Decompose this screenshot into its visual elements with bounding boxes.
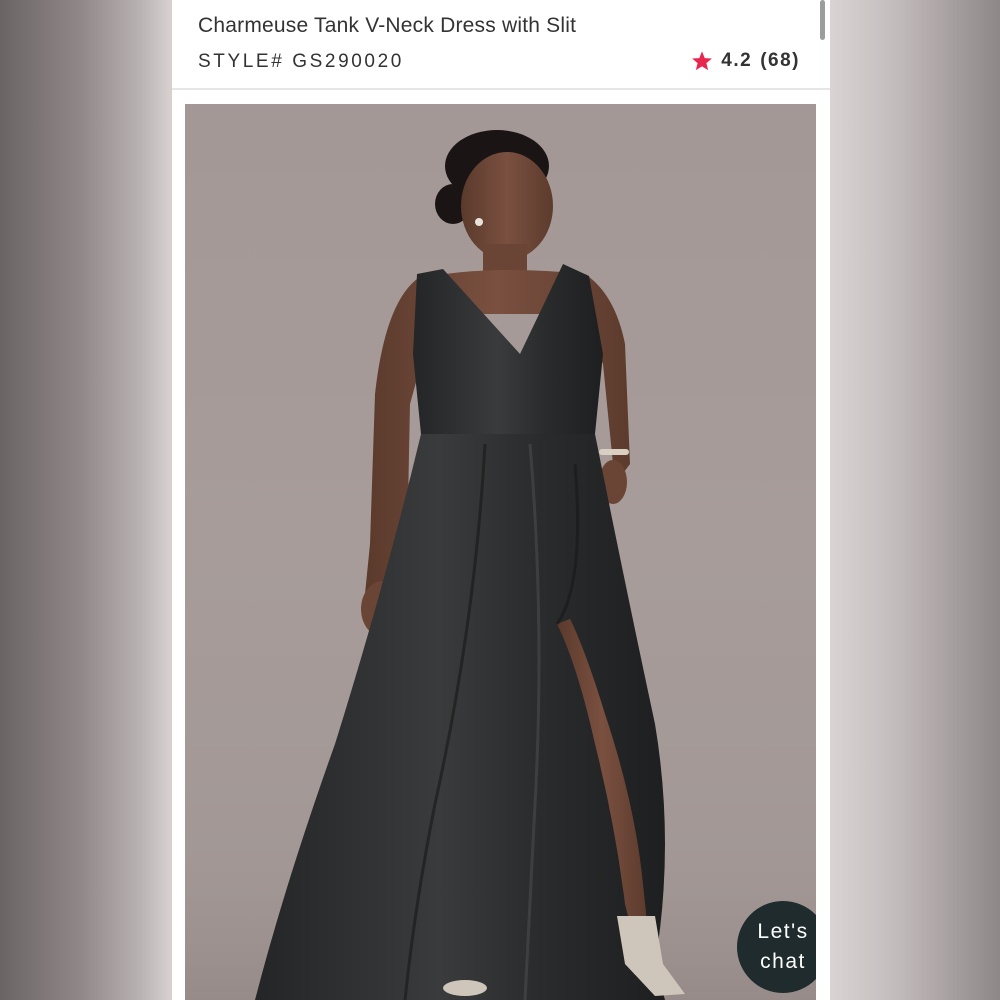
- product-header: Charmeuse Tank V-Neck Dress with Slit ST…: [172, 0, 830, 90]
- product-image[interactable]: Let's chat: [185, 104, 816, 1000]
- style-number: GS290020: [292, 51, 404, 72]
- screenshot-frame: Charmeuse Tank V-Neck Dress with Slit ST…: [0, 0, 1000, 1000]
- product-rating[interactable]: 4.2 (68): [691, 50, 800, 72]
- chat-label-line1: Let's: [757, 920, 809, 943]
- product-title: Charmeuse Tank V-Neck Dress with Slit: [198, 14, 577, 37]
- style-number-line: STYLE# GS290020: [198, 51, 404, 73]
- blurred-background-right: [830, 0, 1000, 1000]
- style-label: STYLE#: [198, 51, 285, 72]
- star-icon: [692, 51, 713, 71]
- review-count[interactable]: (68): [760, 50, 800, 72]
- product-page[interactable]: Charmeuse Tank V-Neck Dress with Slit ST…: [172, 0, 830, 1000]
- model-illustration: [185, 130, 816, 1000]
- chat-label-line2: chat: [760, 950, 806, 973]
- rating-value: 4.2: [721, 50, 753, 71]
- scrollbar[interactable]: [820, 0, 825, 40]
